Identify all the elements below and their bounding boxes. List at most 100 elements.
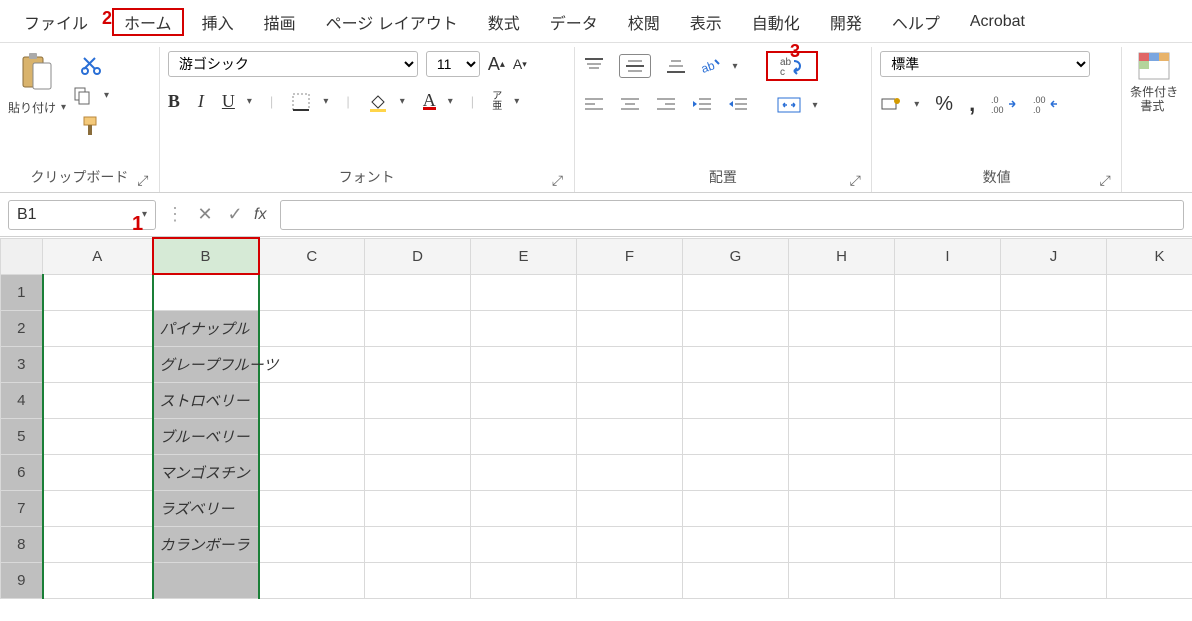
cell-k8[interactable]: [1107, 526, 1192, 562]
cell-d7[interactable]: [365, 490, 471, 526]
font-name-combo[interactable]: 游ゴシック: [168, 51, 418, 77]
tab-review[interactable]: 校閲: [616, 8, 672, 36]
accounting-format-button[interactable]: ▾: [880, 95, 919, 113]
bold-button[interactable]: B: [168, 91, 180, 112]
cell-e6[interactable]: [471, 454, 577, 490]
cell-j1[interactable]: [1001, 274, 1107, 310]
cell-f8[interactable]: [577, 526, 683, 562]
cell-b2[interactable]: パイナップル: [153, 310, 259, 346]
cell-g7[interactable]: [683, 490, 789, 526]
col-header-g[interactable]: G: [683, 238, 789, 274]
merge-center-button[interactable]: ▾: [777, 95, 818, 115]
cell-b3[interactable]: グレープフルーツ: [153, 346, 259, 382]
tab-acrobat[interactable]: Acrobat: [958, 11, 1037, 33]
cut-button[interactable]: [81, 55, 101, 75]
cell-e2[interactable]: [471, 310, 577, 346]
align-right-button[interactable]: [655, 96, 677, 114]
cancel-formula-button[interactable]: ✕: [194, 204, 216, 226]
fill-color-button[interactable]: ▾: [368, 92, 405, 112]
font-launcher[interactable]: ⤢: [550, 172, 566, 188]
col-header-i[interactable]: I: [895, 238, 1001, 274]
cell-d3[interactable]: [365, 346, 471, 382]
font-color-button[interactable]: A ▾: [423, 93, 453, 110]
cell-d9[interactable]: [365, 562, 471, 598]
cell-j4[interactable]: [1001, 382, 1107, 418]
cell-g9[interactable]: [683, 562, 789, 598]
col-header-f[interactable]: F: [577, 238, 683, 274]
cell-h2[interactable]: [789, 310, 895, 346]
cell-k6[interactable]: [1107, 454, 1192, 490]
tab-automate[interactable]: 自動化: [740, 8, 812, 36]
cell-d1[interactable]: [365, 274, 471, 310]
cell-h7[interactable]: [789, 490, 895, 526]
font-size-combo[interactable]: 11: [426, 51, 480, 77]
cell-e4[interactable]: [471, 382, 577, 418]
format-painter-button[interactable]: [80, 115, 102, 137]
italic-button[interactable]: I: [198, 91, 204, 112]
cell-a4[interactable]: [43, 382, 153, 418]
row-header-4[interactable]: 4: [1, 382, 43, 418]
row-header-9[interactable]: 9: [1, 562, 43, 598]
row-header-5[interactable]: 5: [1, 418, 43, 454]
number-format-combo[interactable]: 標準: [880, 51, 1090, 77]
enter-formula-button[interactable]: ✓: [224, 204, 246, 226]
tab-data[interactable]: データ: [538, 8, 610, 36]
percent-button[interactable]: %: [935, 93, 953, 116]
cell-a1[interactable]: [43, 274, 153, 310]
cell-b6[interactable]: マンゴスチン: [153, 454, 259, 490]
cell-a9[interactable]: [43, 562, 153, 598]
cell-g3[interactable]: [683, 346, 789, 382]
decrease-font-button[interactable]: A▾: [513, 56, 527, 72]
tab-file[interactable]: ファイル: [12, 8, 100, 36]
col-header-j[interactable]: J: [1001, 238, 1107, 274]
paste-button[interactable]: 貼り付け ▾: [8, 51, 66, 116]
cell-g5[interactable]: [683, 418, 789, 454]
cell-h3[interactable]: [789, 346, 895, 382]
col-header-k[interactable]: K: [1107, 238, 1192, 274]
cell-a2[interactable]: [43, 310, 153, 346]
cell-f3[interactable]: [577, 346, 683, 382]
row-header-1[interactable]: 1: [1, 274, 43, 310]
cell-e5[interactable]: [471, 418, 577, 454]
borders-button[interactable]: ▾: [291, 92, 328, 112]
cell-f7[interactable]: [577, 490, 683, 526]
cell-f6[interactable]: [577, 454, 683, 490]
cell-c8[interactable]: [259, 526, 365, 562]
select-all-corner[interactable]: [1, 238, 43, 274]
cell-g2[interactable]: [683, 310, 789, 346]
row-header-7[interactable]: 7: [1, 490, 43, 526]
align-bottom-button[interactable]: [665, 57, 687, 75]
cell-c4[interactable]: [259, 382, 365, 418]
cell-b9[interactable]: [153, 562, 259, 598]
cell-c9[interactable]: [259, 562, 365, 598]
cell-j9[interactable]: [1001, 562, 1107, 598]
cell-e7[interactable]: [471, 490, 577, 526]
col-header-h[interactable]: H: [789, 238, 895, 274]
cell-g1[interactable]: [683, 274, 789, 310]
cell-f9[interactable]: [577, 562, 683, 598]
cell-f5[interactable]: [577, 418, 683, 454]
cell-d2[interactable]: [365, 310, 471, 346]
cell-i1[interactable]: [895, 274, 1001, 310]
cell-b8[interactable]: カランボーラ: [153, 526, 259, 562]
alignment-launcher[interactable]: ⤢: [847, 172, 863, 188]
cell-e1[interactable]: [471, 274, 577, 310]
cell-h8[interactable]: [789, 526, 895, 562]
align-middle-button[interactable]: [619, 54, 651, 78]
cell-e3[interactable]: [471, 346, 577, 382]
cell-i8[interactable]: [895, 526, 1001, 562]
tab-help[interactable]: ヘルプ: [880, 8, 952, 36]
cell-d6[interactable]: [365, 454, 471, 490]
cell-i5[interactable]: [895, 418, 1001, 454]
cell-a8[interactable]: [43, 526, 153, 562]
col-header-c[interactable]: C: [259, 238, 365, 274]
cell-c6[interactable]: [259, 454, 365, 490]
cell-c5[interactable]: [259, 418, 365, 454]
row-header-8[interactable]: 8: [1, 526, 43, 562]
cell-f2[interactable]: [577, 310, 683, 346]
cell-k4[interactable]: [1107, 382, 1192, 418]
align-left-button[interactable]: [583, 96, 605, 114]
cell-i9[interactable]: [895, 562, 1001, 598]
cell-d8[interactable]: [365, 526, 471, 562]
cell-c1[interactable]: [259, 274, 365, 310]
